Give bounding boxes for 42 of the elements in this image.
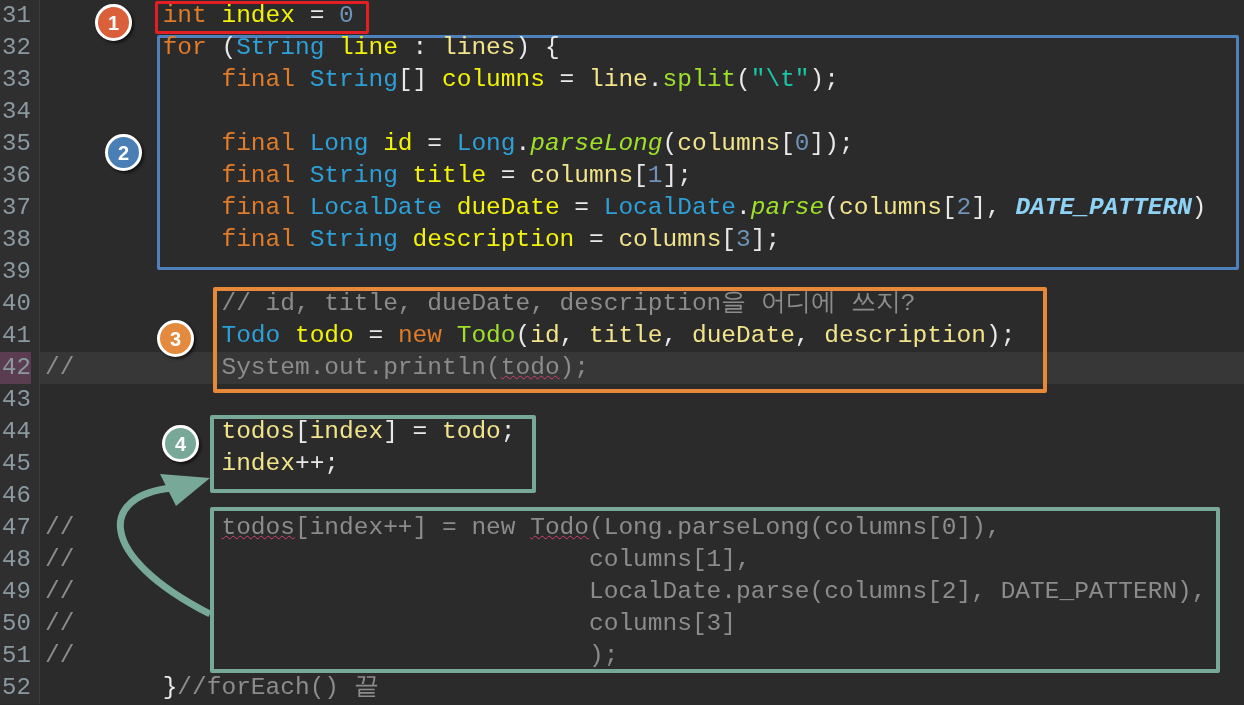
code-line: final Long id = Long.parseLong(columns[0]); — [221, 129, 854, 159]
code-line: int index = 0 — [162, 1, 354, 31]
line-number: 31 — [1, 1, 31, 31]
line-number: 46 — [1, 481, 31, 511]
line-number: 42 — [0, 352, 31, 384]
code-line: // ); — [45, 641, 619, 671]
line-number: 37 — [1, 193, 31, 223]
code-line: // id, title, dueDate, description을 어디에 쓰지? — [221, 289, 916, 319]
step-number-badge: 2 — [105, 134, 142, 171]
code-line: todos[index] = todo; — [221, 417, 516, 447]
line-number: 36 — [1, 161, 31, 191]
code-line: index++; — [221, 449, 340, 479]
code-line: for (String line : lines) { — [162, 33, 560, 63]
line-number: 52 — [1, 673, 31, 703]
line-number: 32 — [1, 33, 31, 63]
code-line: final String description = columns[3]; — [221, 225, 781, 255]
line-number: 40 — [1, 289, 31, 319]
code-line: // LocalDate.parse(columns[2], DATE_PATTERN), — [45, 577, 1207, 607]
line-number: 47 — [1, 513, 31, 543]
code-line: final String title = columns[1]; — [221, 161, 692, 191]
line-number: 49 — [1, 577, 31, 607]
line-number: 51 — [1, 641, 31, 671]
line-number: 45 — [1, 449, 31, 479]
line-number: 44 — [1, 417, 31, 447]
code-line: // columns[1], — [45, 545, 751, 575]
step-number-badge: 4 — [162, 425, 199, 462]
line-number: 50 — [1, 609, 31, 639]
line-number: 43 — [1, 385, 31, 415]
line-number: 38 — [1, 225, 31, 255]
code-line: // todos[index++] = new Todo(Long.parseLong(columns[0]), — [45, 513, 1001, 543]
step-number-badge: 1 — [95, 4, 132, 41]
code-line: final String[] columns = line.split("\t"); — [221, 65, 839, 95]
line-number: 48 — [1, 545, 31, 575]
code-line: Todo todo = new Todo(id, title, dueDate, description); — [221, 321, 1016, 351]
code-line: // columns[3] — [45, 609, 736, 639]
line-number: 34 — [1, 97, 31, 127]
line-number: 33 — [1, 65, 31, 95]
code-line: final LocalDate dueDate = LocalDate.parse(columns[2], DATE_PATTERN) — [221, 193, 1207, 223]
code-line: }//forEach() 끝 — [162, 673, 379, 703]
line-number: 35 — [1, 129, 31, 159]
line-number: 41 — [1, 321, 31, 351]
line-number: 39 — [1, 257, 31, 287]
